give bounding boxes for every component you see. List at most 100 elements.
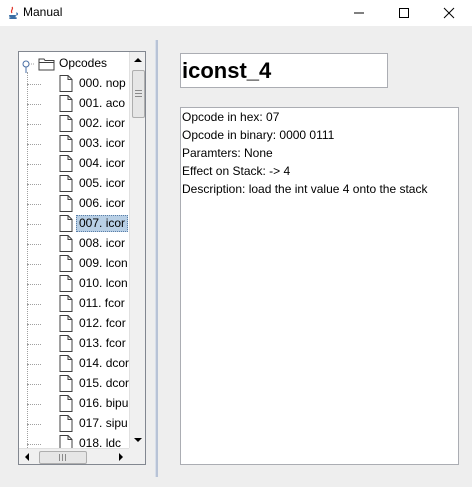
horizontal-scroll-thumb[interactable]	[39, 451, 87, 464]
tree-guide-line	[27, 144, 41, 145]
window-content: Opcodes 000. nop 001. aco 002. icor 003. ic…	[0, 26, 472, 487]
tree-item[interactable]: 014. dcor	[27, 354, 129, 374]
tree-guide-line	[27, 424, 41, 425]
document-icon	[59, 275, 73, 292]
tree-item-label: 005. icor	[79, 176, 126, 190]
tree-item-label: 017. sipu	[79, 416, 128, 430]
tree-item-label: 010. lcon	[79, 276, 128, 290]
tree-guide-line	[27, 304, 41, 305]
tree-guide-line	[27, 184, 41, 185]
split-pane-divider[interactable]	[155, 40, 158, 477]
tree-item-label: 007. icor	[76, 215, 129, 232]
tree-guide-line	[27, 224, 41, 225]
tree-expand-handle-icon[interactable]	[21, 58, 35, 73]
tree-item-label: 012. fcor	[79, 316, 126, 330]
document-icon	[59, 115, 73, 132]
tree-item-label: 006. icor	[79, 196, 126, 210]
opcode-heading-field: iconst_4	[180, 53, 388, 88]
document-icon	[59, 375, 73, 392]
scroll-right-arrow-icon[interactable]	[113, 449, 129, 464]
detail-line: Paramters: None	[182, 146, 273, 160]
tree-item-label: 011. fcor	[79, 296, 125, 310]
folder-open-icon	[38, 56, 56, 72]
document-icon	[59, 75, 73, 92]
tree-item[interactable]: 018. ldc	[27, 434, 129, 448]
tree-item-label: 001. aco	[79, 96, 126, 110]
tree-item[interactable]: 010. lcon	[27, 274, 129, 294]
vertical-scrollbar[interactable]	[129, 52, 145, 448]
document-icon	[59, 255, 73, 272]
tree-item-label: 003. icor	[79, 136, 126, 150]
tree-guide-line	[27, 284, 41, 285]
tree-guide-line	[27, 84, 41, 85]
detail-line: Opcode in binary: 0000 0111	[182, 128, 335, 142]
tree-guide-line	[27, 264, 41, 265]
tree-item-label: 009. lcon	[79, 256, 128, 270]
close-icon	[443, 7, 455, 19]
document-icon	[59, 195, 73, 212]
maximize-button[interactable]	[382, 0, 427, 26]
tree-guide-line	[27, 72, 28, 448]
tree-item[interactable]: 004. icor	[27, 154, 129, 174]
document-icon	[59, 295, 73, 312]
tree-item[interactable]: 003. icor	[27, 134, 129, 154]
tree-guide-line	[27, 364, 41, 365]
tree-item[interactable]: 016. bipu	[27, 394, 129, 414]
tree-item[interactable]: 005. icor	[27, 174, 129, 194]
tree-item-label: 013. fcor	[79, 336, 126, 350]
tree-guide-line	[27, 384, 41, 385]
tree-item-label: 015. dcor	[79, 376, 129, 390]
tree-guide-line	[27, 324, 41, 325]
title-bar: Manual	[0, 0, 472, 26]
document-icon	[59, 435, 73, 448]
vertical-scroll-thumb[interactable]	[132, 70, 145, 118]
document-icon	[59, 155, 73, 172]
document-icon	[59, 355, 73, 372]
tree-guide-line	[27, 444, 41, 445]
tree-guide-line	[27, 124, 41, 125]
tree-item-label: 004. icor	[79, 156, 126, 170]
scroll-up-arrow-icon[interactable]	[130, 52, 145, 68]
document-icon	[59, 235, 73, 252]
document-icon	[59, 175, 73, 192]
close-button[interactable]	[427, 0, 472, 26]
tree-guide-line	[27, 104, 41, 105]
tree-item[interactable]: 015. dcor	[27, 374, 129, 394]
java-app-icon	[5, 5, 21, 21]
document-icon	[59, 135, 73, 152]
tree-item[interactable]: 006. icor	[27, 194, 129, 214]
opcode-details-area[interactable]: Opcode in hex: 07 Opcode in binary: 0000…	[180, 107, 459, 465]
horizontal-scrollbar[interactable]	[19, 448, 129, 464]
tree-item[interactable]: 001. aco	[27, 94, 129, 114]
opcode-tree[interactable]: Opcodes 000. nop 001. aco 002. icor 003. ic…	[19, 52, 129, 448]
document-icon	[59, 215, 73, 232]
document-icon	[59, 415, 73, 432]
tree-item-label: 008. icor	[79, 236, 126, 250]
window-title: Manual	[23, 5, 63, 19]
tree-item[interactable]: 002. icor	[27, 114, 129, 134]
tree-item[interactable]: 017. sipu	[27, 414, 129, 434]
tree-item[interactable]: 013. fcor	[27, 334, 129, 354]
tree-item[interactable]: 008. icor	[27, 234, 129, 254]
tree-item[interactable]: 011. fcor	[27, 294, 129, 314]
tree-item[interactable]: 012. fcor	[27, 314, 129, 334]
tree-root-label: Opcodes	[59, 56, 108, 70]
opcode-tree-panel[interactable]: Opcodes 000. nop 001. aco 002. icor 003. ic…	[18, 51, 146, 465]
tree-guide-line	[27, 344, 41, 345]
scroll-corner	[129, 448, 145, 464]
tree-guide-line	[27, 164, 41, 165]
scroll-left-arrow-icon[interactable]	[19, 449, 35, 464]
detail-line: Description: load the int value 4 onto t…	[182, 182, 428, 196]
tree-item-label: 018. ldc	[79, 436, 122, 448]
scroll-down-arrow-icon[interactable]	[130, 432, 145, 448]
tree-item[interactable]: 009. lcon	[27, 254, 129, 274]
minimize-button[interactable]	[337, 0, 382, 26]
tree-item-label: 016. bipu	[79, 396, 129, 410]
opcode-heading: iconst_4	[182, 58, 272, 83]
tree-guide-line	[27, 404, 41, 405]
tree-item[interactable]: 000. nop	[27, 74, 129, 94]
tree-item-label: 000. nop	[79, 76, 126, 90]
tree-item[interactable]: 007. icor	[27, 214, 129, 234]
detail-line: Opcode in hex: 07	[182, 110, 280, 124]
detail-line: Effect on Stack: -> 4	[182, 164, 291, 178]
